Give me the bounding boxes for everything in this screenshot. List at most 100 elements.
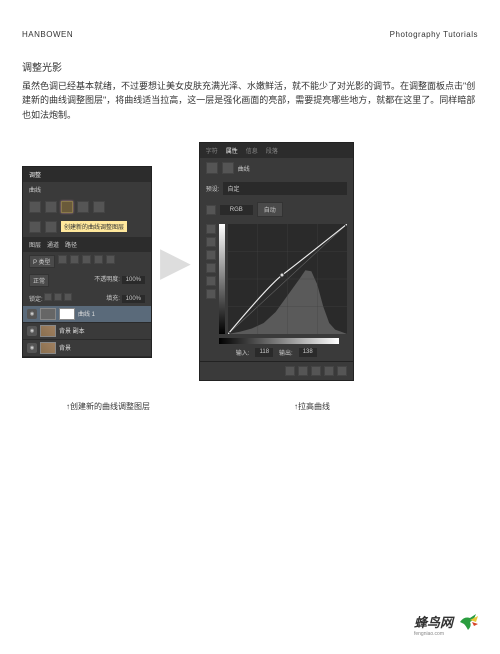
image-thumb xyxy=(40,342,56,354)
clip-icon[interactable] xyxy=(285,366,295,376)
fill-value[interactable]: 100% xyxy=(122,295,145,303)
visibility-icon[interactable]: ◉ xyxy=(27,326,37,336)
panel-left-title: 调整 xyxy=(23,167,151,182)
section-title: 调整光影 xyxy=(22,59,478,74)
filter-icon[interactable] xyxy=(58,255,67,264)
visibility-toggle-icon[interactable] xyxy=(324,366,334,376)
curves-icon[interactable] xyxy=(61,201,73,213)
gray-picker-icon[interactable] xyxy=(206,276,216,286)
lock-pixels-icon[interactable] xyxy=(44,293,52,301)
brightness-icon[interactable] xyxy=(29,201,41,213)
adjustments-panel: 调整 曲线 创建新的曲线调整图层 图层 通道 路径 P 类型 xyxy=(22,166,152,358)
input-label: 输入: xyxy=(236,348,250,357)
blend-mode[interactable]: 正常 xyxy=(29,274,49,287)
brand-left: HANBOWEN xyxy=(22,30,73,39)
point-tool-icon[interactable] xyxy=(206,224,216,234)
image-thumb xyxy=(40,325,56,337)
filter-icon-4[interactable] xyxy=(94,255,103,264)
panel-right-tabs: 字符 属性 信息 段落 xyxy=(200,143,353,158)
adjustment-icons-row1 xyxy=(23,197,151,217)
layer-name: 背景 xyxy=(59,343,71,352)
tab-channels[interactable]: 通道 xyxy=(47,240,59,249)
tab-paragraph[interactable]: 段落 xyxy=(266,146,278,155)
output-value[interactable]: 138 xyxy=(299,348,317,357)
output-label: 输出: xyxy=(279,348,293,357)
filter-icon-2[interactable] xyxy=(70,255,79,264)
filter-icon-3[interactable] xyxy=(82,255,91,264)
adjustment-icons-row2: 创建新的曲线调整图层 xyxy=(23,217,151,237)
curve-canvas[interactable] xyxy=(228,224,347,334)
caption-right: ↑拉高曲线 xyxy=(294,401,434,412)
layer-row[interactable]: ◉ 背景 xyxy=(23,340,151,357)
panels-row: 调整 曲线 创建新的曲线调整图层 图层 通道 路径 P 类型 xyxy=(22,142,478,381)
panel-bottom-icons xyxy=(200,361,353,380)
input-value[interactable]: 118 xyxy=(255,348,273,357)
lock-row: 锁定: 填充: 100% xyxy=(23,290,151,306)
visibility-icon[interactable]: ◉ xyxy=(27,343,37,353)
reset-icon[interactable] xyxy=(311,366,321,376)
channel-row: RGB 自动 xyxy=(200,199,353,220)
tab-properties[interactable]: 属性 xyxy=(226,146,238,155)
fill-label: 填充: xyxy=(106,296,120,302)
filter-icon-5[interactable] xyxy=(106,255,115,264)
delete-icon[interactable] xyxy=(337,366,347,376)
preset-row: 预设: 自定 xyxy=(200,178,353,199)
bw-icon[interactable] xyxy=(45,221,57,233)
smooth-tool-icon[interactable] xyxy=(206,250,216,260)
preset-select[interactable]: 自定 xyxy=(223,182,346,195)
layer-name: 背景 副本 xyxy=(59,326,85,335)
vibrance-icon[interactable] xyxy=(93,201,105,213)
lock-wrap: 锁定: xyxy=(29,293,72,303)
kind-label[interactable]: P 类型 xyxy=(29,255,55,268)
properties-type: 曲线 xyxy=(200,158,353,178)
caption-left: ↑创建新的曲线调整图层 xyxy=(66,401,206,412)
layer-row[interactable]: ◉ 曲线 1 xyxy=(23,306,151,323)
white-picker-icon[interactable] xyxy=(206,289,216,299)
brand-right: Photography Tutorials xyxy=(390,30,478,39)
opacity-value[interactable]: 100% xyxy=(122,276,145,284)
pencil-tool-icon[interactable] xyxy=(206,237,216,247)
levels-icon[interactable] xyxy=(45,201,57,213)
adjustment-thumb xyxy=(40,308,56,320)
panel-left-subtitle: 曲线 xyxy=(23,182,151,197)
auto-button[interactable]: 自动 xyxy=(257,202,283,217)
blend-row: 正常 不透明度: 100% xyxy=(23,271,151,290)
layer-row[interactable]: ◉ 背景 副本 xyxy=(23,323,151,340)
tab-info[interactable]: 信息 xyxy=(246,146,258,155)
hummingbird-icon xyxy=(456,610,480,639)
black-picker-icon[interactable] xyxy=(206,263,216,273)
curve-point-white[interactable] xyxy=(344,224,347,227)
layer-kind-row: P 类型 xyxy=(23,252,151,271)
channel-select[interactable]: RGB xyxy=(220,205,253,215)
layer-list: ◉ 曲线 1 ◉ 背景 副本 ◉ 背景 xyxy=(23,306,151,357)
tab-character[interactable]: 字符 xyxy=(206,146,218,155)
curve-line xyxy=(228,224,347,334)
curve-point-black[interactable] xyxy=(228,332,231,335)
vertical-gradient xyxy=(219,224,225,334)
site-logo: 蜂鸟网 fengniao.com xyxy=(414,610,480,639)
type-label: 曲线 xyxy=(238,164,250,173)
panel-title-label: 调整 xyxy=(29,170,41,179)
preset-label: 预设: xyxy=(206,184,220,193)
input-output-row: 输入: 118 输出: 138 xyxy=(200,344,353,361)
lock-position-icon[interactable] xyxy=(54,293,62,301)
layers-tabs: 图层 通道 路径 xyxy=(23,237,151,252)
visibility-icon[interactable]: ◉ xyxy=(27,309,37,319)
tab-layers[interactable]: 图层 xyxy=(29,240,41,249)
body-paragraph: 虽然色调已经基本就绪，不过要想让美女皮肤充满光泽、水嫩鲜活，就不能少了对光影的调… xyxy=(22,79,478,122)
fill-wrap: 填充: 100% xyxy=(106,293,145,303)
target-icon[interactable] xyxy=(206,205,216,215)
curve-point-mid[interactable] xyxy=(280,272,285,277)
curves-tooltip: 创建新的曲线调整图层 xyxy=(61,221,127,232)
page-header: HANBOWEN Photography Tutorials xyxy=(22,30,478,39)
logo-text: 蜂鸟网 xyxy=(414,612,453,631)
opacity-label: 不透明度: xyxy=(94,277,120,283)
tab-paths[interactable]: 路径 xyxy=(65,240,77,249)
view-prev-icon[interactable] xyxy=(298,366,308,376)
logo-subtext: fengniao.com xyxy=(414,631,453,637)
hue-icon[interactable] xyxy=(29,221,41,233)
exposure-icon[interactable] xyxy=(77,201,89,213)
lock-label: 锁定: xyxy=(29,297,43,303)
lock-all-icon[interactable] xyxy=(64,293,72,301)
arrow-icon: ▶ xyxy=(160,239,191,285)
